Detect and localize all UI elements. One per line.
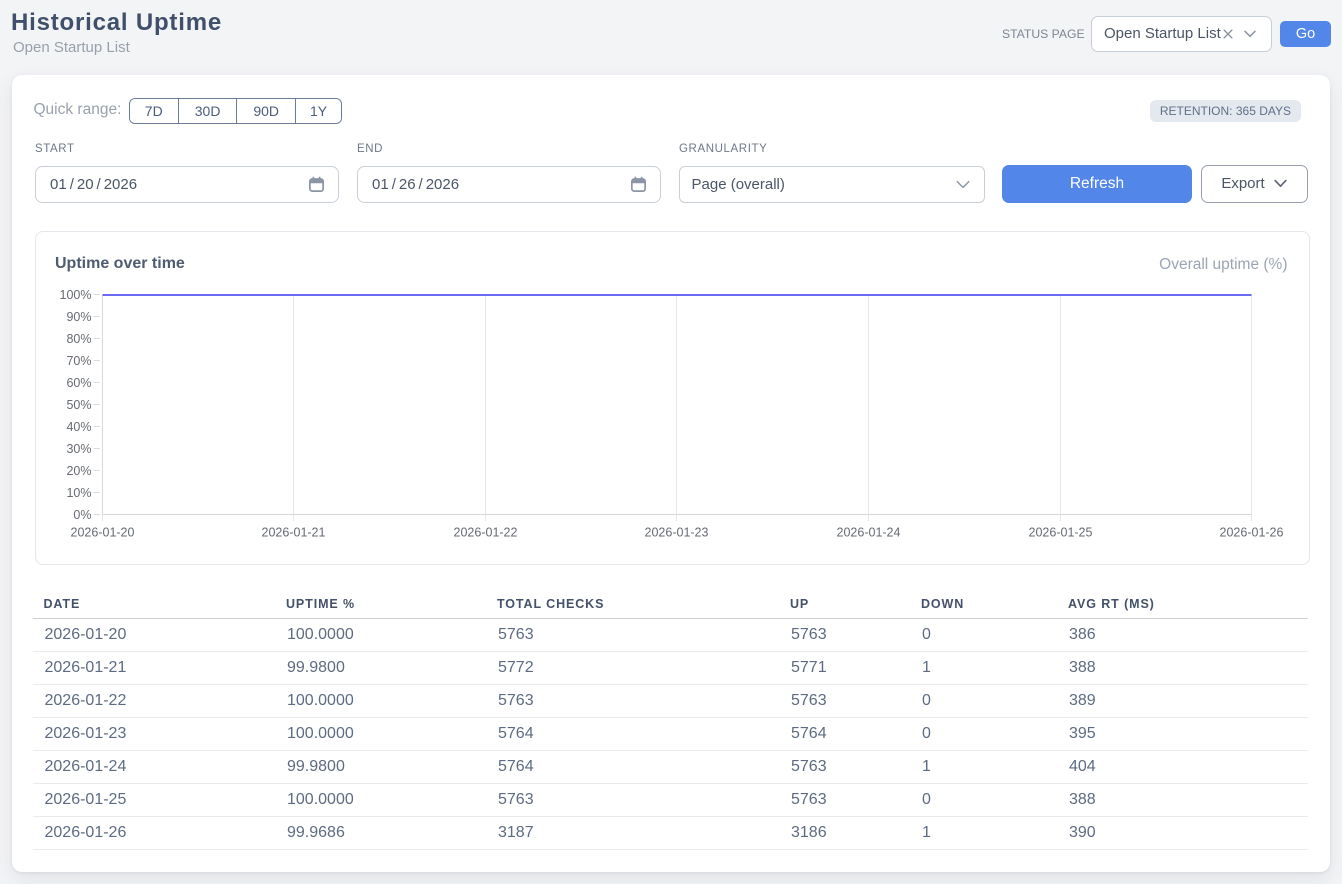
svg-text:70%: 70% xyxy=(66,354,91,368)
svg-text:60%: 60% xyxy=(66,376,91,390)
svg-text:90%: 90% xyxy=(66,310,91,324)
svg-text:40%: 40% xyxy=(66,420,91,434)
svg-text:2026-01-23: 2026-01-23 xyxy=(645,526,709,540)
svg-text:2026-01-21: 2026-01-21 xyxy=(262,526,326,540)
svg-text:2026-01-25: 2026-01-25 xyxy=(1029,526,1093,540)
svg-text:50%: 50% xyxy=(66,398,91,412)
svg-text:2026-01-26: 2026-01-26 xyxy=(1220,526,1284,540)
svg-text:30%: 30% xyxy=(66,442,91,456)
svg-text:80%: 80% xyxy=(66,332,91,346)
svg-text:2026-01-20: 2026-01-20 xyxy=(71,526,135,540)
svg-text:2026-01-22: 2026-01-22 xyxy=(454,526,518,540)
svg-text:2026-01-24: 2026-01-24 xyxy=(837,526,901,540)
svg-text:0%: 0% xyxy=(73,508,91,522)
svg-text:100%: 100% xyxy=(60,288,92,302)
svg-text:10%: 10% xyxy=(66,486,91,500)
svg-text:20%: 20% xyxy=(66,464,91,478)
